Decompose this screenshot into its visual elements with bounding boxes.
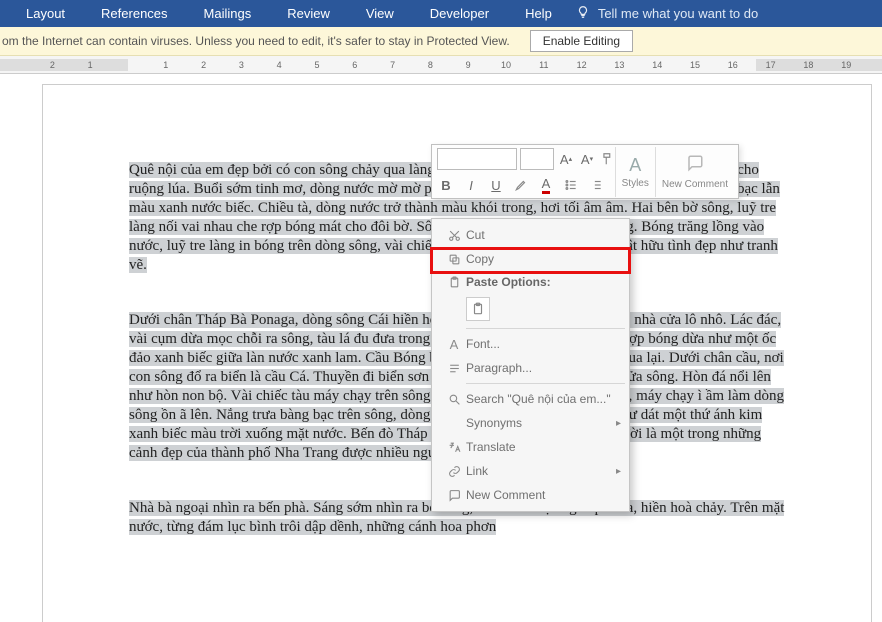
ctx-cut[interactable]: Cut xyxy=(432,223,629,247)
font-size-combo[interactable] xyxy=(520,148,554,170)
paragraph-dialog-icon xyxy=(442,362,466,375)
styles-button[interactable]: A Styles xyxy=(615,147,655,197)
tab-mailings[interactable]: Mailings xyxy=(186,0,270,27)
ctx-cut-label: Cut xyxy=(466,228,629,242)
ctx-translate-label: Translate xyxy=(466,440,629,454)
protected-view-bar: om the Internet can contain viruses. Unl… xyxy=(0,27,882,56)
ctx-font[interactable]: A Font... xyxy=(432,332,629,356)
ctx-synonyms[interactable]: Synonyms xyxy=(432,411,629,435)
highlight-icon[interactable] xyxy=(512,175,530,195)
protected-view-message: om the Internet can contain viruses. Unl… xyxy=(2,34,510,48)
enable-editing-button[interactable]: Enable Editing xyxy=(530,30,633,52)
ctx-paragraph[interactable]: Paragraph... xyxy=(432,356,629,380)
underline-icon[interactable]: U xyxy=(487,175,505,195)
ctx-translate[interactable]: Translate xyxy=(432,435,629,459)
ctx-font-label: Font... xyxy=(466,337,629,351)
italic-icon[interactable]: I xyxy=(462,175,480,195)
ctx-paste-header: Paste Options: xyxy=(432,271,629,293)
bold-icon[interactable]: B xyxy=(437,175,455,195)
ruler[interactable]: 2112345678910111213141516171819 xyxy=(0,56,882,74)
search-icon xyxy=(442,393,466,406)
ctx-new-comment-label: New Comment xyxy=(466,488,629,502)
font-color-icon[interactable]: A xyxy=(537,175,555,195)
tab-help[interactable]: Help xyxy=(507,0,570,27)
tab-references[interactable]: References xyxy=(83,0,185,27)
ctx-paste-header-label: Paste Options: xyxy=(466,275,629,289)
tell-me-search[interactable]: Tell me what you want to do xyxy=(598,6,758,21)
cut-icon xyxy=(442,229,466,242)
tab-layout[interactable]: Layout xyxy=(8,0,83,27)
link-icon xyxy=(442,465,466,478)
mini-toolbar: A▴ A▾ B I U A A Styles New Comment xyxy=(431,144,739,199)
styles-label: Styles xyxy=(622,178,649,189)
ctx-search-label: Search "Quê nội của em..." xyxy=(466,392,629,406)
translate-icon xyxy=(442,441,466,454)
tab-review[interactable]: Review xyxy=(269,0,348,27)
context-menu: Cut Copy Paste Options: A Font... Paragr… xyxy=(431,218,630,512)
comment-icon xyxy=(686,154,704,177)
paste-option-keep-text[interactable] xyxy=(466,297,490,321)
new-comment-icon xyxy=(442,489,466,502)
ctx-copy[interactable]: Copy xyxy=(432,247,629,271)
ctx-paragraph-label: Paragraph... xyxy=(466,361,629,375)
tab-view[interactable]: View xyxy=(348,0,412,27)
ctx-new-comment[interactable]: New Comment xyxy=(432,483,629,507)
ctx-copy-label: Copy xyxy=(466,252,629,266)
ctx-synonyms-label: Synonyms xyxy=(466,416,616,430)
bullets-icon[interactable] xyxy=(562,175,580,195)
ctx-search[interactable]: Search "Quê nội của em..." xyxy=(432,387,629,411)
ctx-link-label: Link xyxy=(466,464,616,478)
font-family-combo[interactable] xyxy=(437,148,517,170)
paste-icon xyxy=(442,276,466,289)
decrease-font-icon[interactable]: A▾ xyxy=(578,149,596,169)
styles-icon: A xyxy=(629,155,641,176)
new-comment-button[interactable]: New Comment xyxy=(655,147,734,197)
copy-icon xyxy=(442,253,466,266)
lightbulb-icon xyxy=(576,5,590,22)
new-comment-label: New Comment xyxy=(662,179,728,190)
ribbon-tabs: Layout References Mailings Review View D… xyxy=(0,0,882,27)
numbering-icon[interactable] xyxy=(587,175,605,195)
font-dialog-icon: A xyxy=(442,337,466,352)
ctx-link[interactable]: Link xyxy=(432,459,629,483)
tab-developer[interactable]: Developer xyxy=(412,0,507,27)
increase-font-icon[interactable]: A▴ xyxy=(557,149,575,169)
